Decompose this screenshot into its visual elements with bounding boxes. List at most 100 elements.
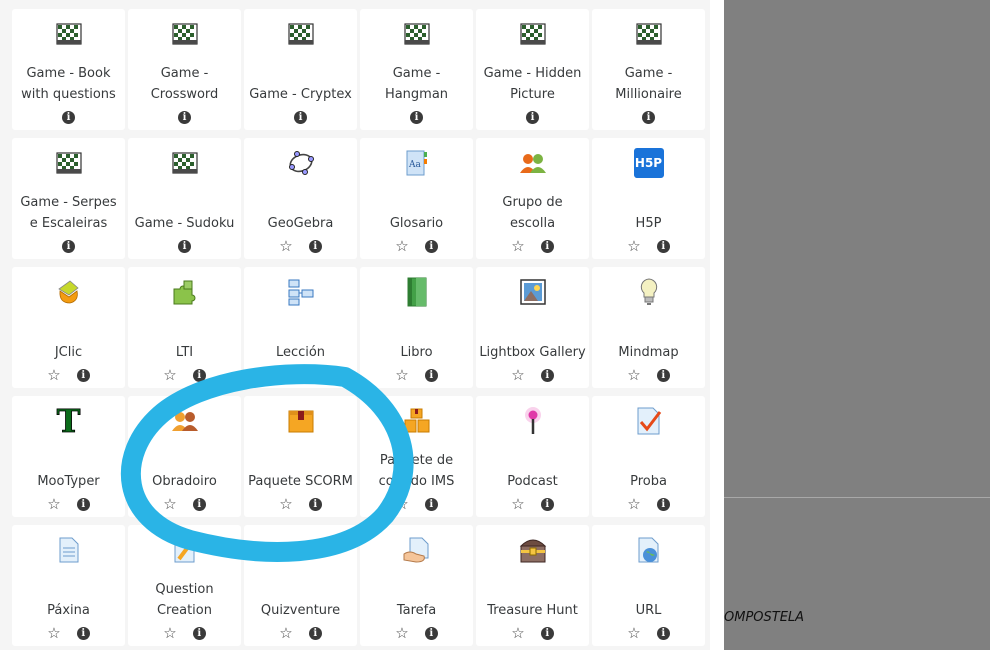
info-icon[interactable]: i [410, 110, 423, 124]
activity-actions: ☆ i [12, 493, 125, 515]
info-icon[interactable]: i [192, 626, 206, 640]
star-icon[interactable]: ☆ [279, 238, 292, 254]
info-icon[interactable]: i [192, 368, 206, 382]
star-icon[interactable]: ☆ [163, 496, 176, 512]
activity-card-game-book-with-questions[interactable]: Game - Book with questions i [12, 9, 125, 130]
info-icon[interactable]: i [540, 239, 554, 253]
info-icon[interactable]: i [62, 239, 75, 253]
question-creation-icon [128, 535, 241, 565]
info-icon[interactable]: i [294, 110, 307, 124]
info-icon[interactable]: i [656, 626, 670, 640]
activity-card-game-hangman[interactable]: Game - Hangman i [360, 9, 473, 130]
activity-card-jclic[interactable]: JClic ☆ i [12, 267, 125, 388]
info-icon[interactable]: i [540, 626, 554, 640]
info-icon[interactable]: i [656, 239, 670, 253]
activity-card-paquete-scorm[interactable]: Paquete SCORM ☆ i [244, 396, 357, 517]
activity-card-url[interactable]: URL ☆ i [592, 525, 705, 646]
activity-card-glosario[interactable]: Aa Glosario ☆ i [360, 138, 473, 259]
treasure-chest-icon [476, 535, 589, 565]
activity-card-tarefa[interactable]: Tarefa ☆ i [360, 525, 473, 646]
star-icon[interactable]: ☆ [627, 625, 640, 641]
star-icon[interactable]: ☆ [163, 625, 176, 641]
star-icon[interactable]: ☆ [511, 496, 524, 512]
star-icon[interactable]: ☆ [395, 238, 408, 254]
info-icon[interactable]: i [76, 626, 90, 640]
star-icon[interactable]: ☆ [279, 367, 292, 383]
info-icon[interactable]: i [76, 368, 90, 382]
activity-card-grupo-de-escolla[interactable]: Grupo de escolla ☆ i [476, 138, 589, 259]
activity-card-geogebra[interactable]: GeoGebra ☆ i [244, 138, 357, 259]
activity-actions: i [128, 235, 241, 257]
info-icon[interactable]: i [526, 110, 539, 124]
activity-card-game-serpes-e-escaleiras[interactable]: Game - Serpes e Escaleiras i [12, 138, 125, 259]
star-icon[interactable]: ☆ [279, 496, 292, 512]
activity-card-quizventure[interactable]: Quizventure ☆ i [244, 525, 357, 646]
activity-card-obradoiro[interactable]: Obradoiro ☆ i [128, 396, 241, 517]
star-icon[interactable]: ☆ [627, 496, 640, 512]
star-icon[interactable]: ☆ [395, 367, 408, 383]
activity-card-h5p[interactable]: H5P H5P ☆ i [592, 138, 705, 259]
game-board-icon [592, 19, 705, 49]
star-icon[interactable]: ☆ [163, 367, 176, 383]
activity-card-game-sudoku[interactable]: Game - Sudoku i [128, 138, 241, 259]
activity-card-game-millionaire[interactable]: Game - Millionaire i [592, 9, 705, 130]
activity-label: Game - Sudoku [134, 216, 235, 231]
activity-actions: ☆ i [360, 622, 473, 644]
activity-card-game-crossword[interactable]: Game - Crossword i [128, 9, 241, 130]
activity-card-question-creation[interactable]: Question Creation ☆ i [128, 525, 241, 646]
activity-actions: ☆ i [476, 493, 589, 515]
info-icon[interactable]: i [424, 368, 438, 382]
activity-card-mindmap[interactable]: Mindmap ☆ i [592, 267, 705, 388]
info-icon[interactable]: i [308, 239, 322, 253]
star-icon[interactable]: ☆ [627, 238, 640, 254]
star-icon[interactable]: ☆ [627, 367, 640, 383]
info-icon[interactable]: i [76, 497, 90, 511]
star-icon[interactable]: ☆ [47, 367, 60, 383]
activity-card-proba[interactable]: Proba ☆ i [592, 396, 705, 517]
activity-card-paxina[interactable]: Páxina ☆ i [12, 525, 125, 646]
activity-label: Tarefa [396, 603, 437, 618]
activity-card-treasure-hunt[interactable]: Treasure Hunt ☆ i [476, 525, 589, 646]
star-icon[interactable]: ☆ [279, 625, 292, 641]
activity-card-libro[interactable]: Libro ☆ i [360, 267, 473, 388]
info-icon[interactable]: i [178, 110, 191, 124]
activity-label: H5P [635, 216, 662, 231]
star-icon[interactable]: ☆ [47, 625, 60, 641]
activity-actions: ☆ i [592, 364, 705, 386]
info-icon[interactable]: i [642, 110, 655, 124]
activity-card-lti[interactable]: LTI ☆ i [128, 267, 241, 388]
activity-card-paquete-de-contido-ims[interactable]: Paquete de contido IMS ☆ i [360, 396, 473, 517]
activity-card-lightbox-gallery[interactable]: Lightbox Gallery ☆ i [476, 267, 589, 388]
info-icon[interactable]: i [424, 239, 438, 253]
glossary-icon: Aa [360, 148, 473, 178]
star-icon[interactable]: ☆ [395, 625, 408, 641]
activity-card-game-hidden-picture[interactable]: Game - Hidden Picture i [476, 9, 589, 130]
activity-label: Game - Cryptex [249, 87, 352, 102]
activity-card-game-cryptex[interactable]: Game - Cryptex i [244, 9, 357, 130]
activity-card-mootyper[interactable]: T MooTyper ☆ i [12, 396, 125, 517]
info-icon[interactable]: i [308, 497, 322, 511]
activity-label: MooTyper [37, 474, 100, 489]
info-icon[interactable]: i [424, 626, 438, 640]
info-icon[interactable]: i [178, 239, 191, 253]
star-icon[interactable]: ☆ [511, 367, 524, 383]
star-icon[interactable]: ☆ [511, 238, 524, 254]
info-icon[interactable]: i [656, 368, 670, 382]
activity-label: Game - Hidden Picture [483, 66, 582, 102]
info-icon[interactable]: i [424, 497, 438, 511]
activity-label: Lección [275, 345, 326, 360]
group-choice-icon [476, 148, 589, 178]
activity-card-leccion[interactable]: Lección ☆ i [244, 267, 357, 388]
info-icon[interactable]: i [540, 497, 554, 511]
info-icon[interactable]: i [308, 626, 322, 640]
info-icon[interactable]: i [62, 110, 75, 124]
star-icon[interactable]: ☆ [511, 625, 524, 641]
star-icon[interactable]: ☆ [395, 496, 408, 512]
info-icon[interactable]: i [192, 497, 206, 511]
info-icon[interactable]: i [656, 497, 670, 511]
activity-card-podcast[interactable]: Podcast ☆ i [476, 396, 589, 517]
activity-actions: ☆ i [244, 364, 357, 386]
info-icon[interactable]: i [308, 368, 322, 382]
info-icon[interactable]: i [540, 368, 554, 382]
star-icon[interactable]: ☆ [47, 496, 60, 512]
